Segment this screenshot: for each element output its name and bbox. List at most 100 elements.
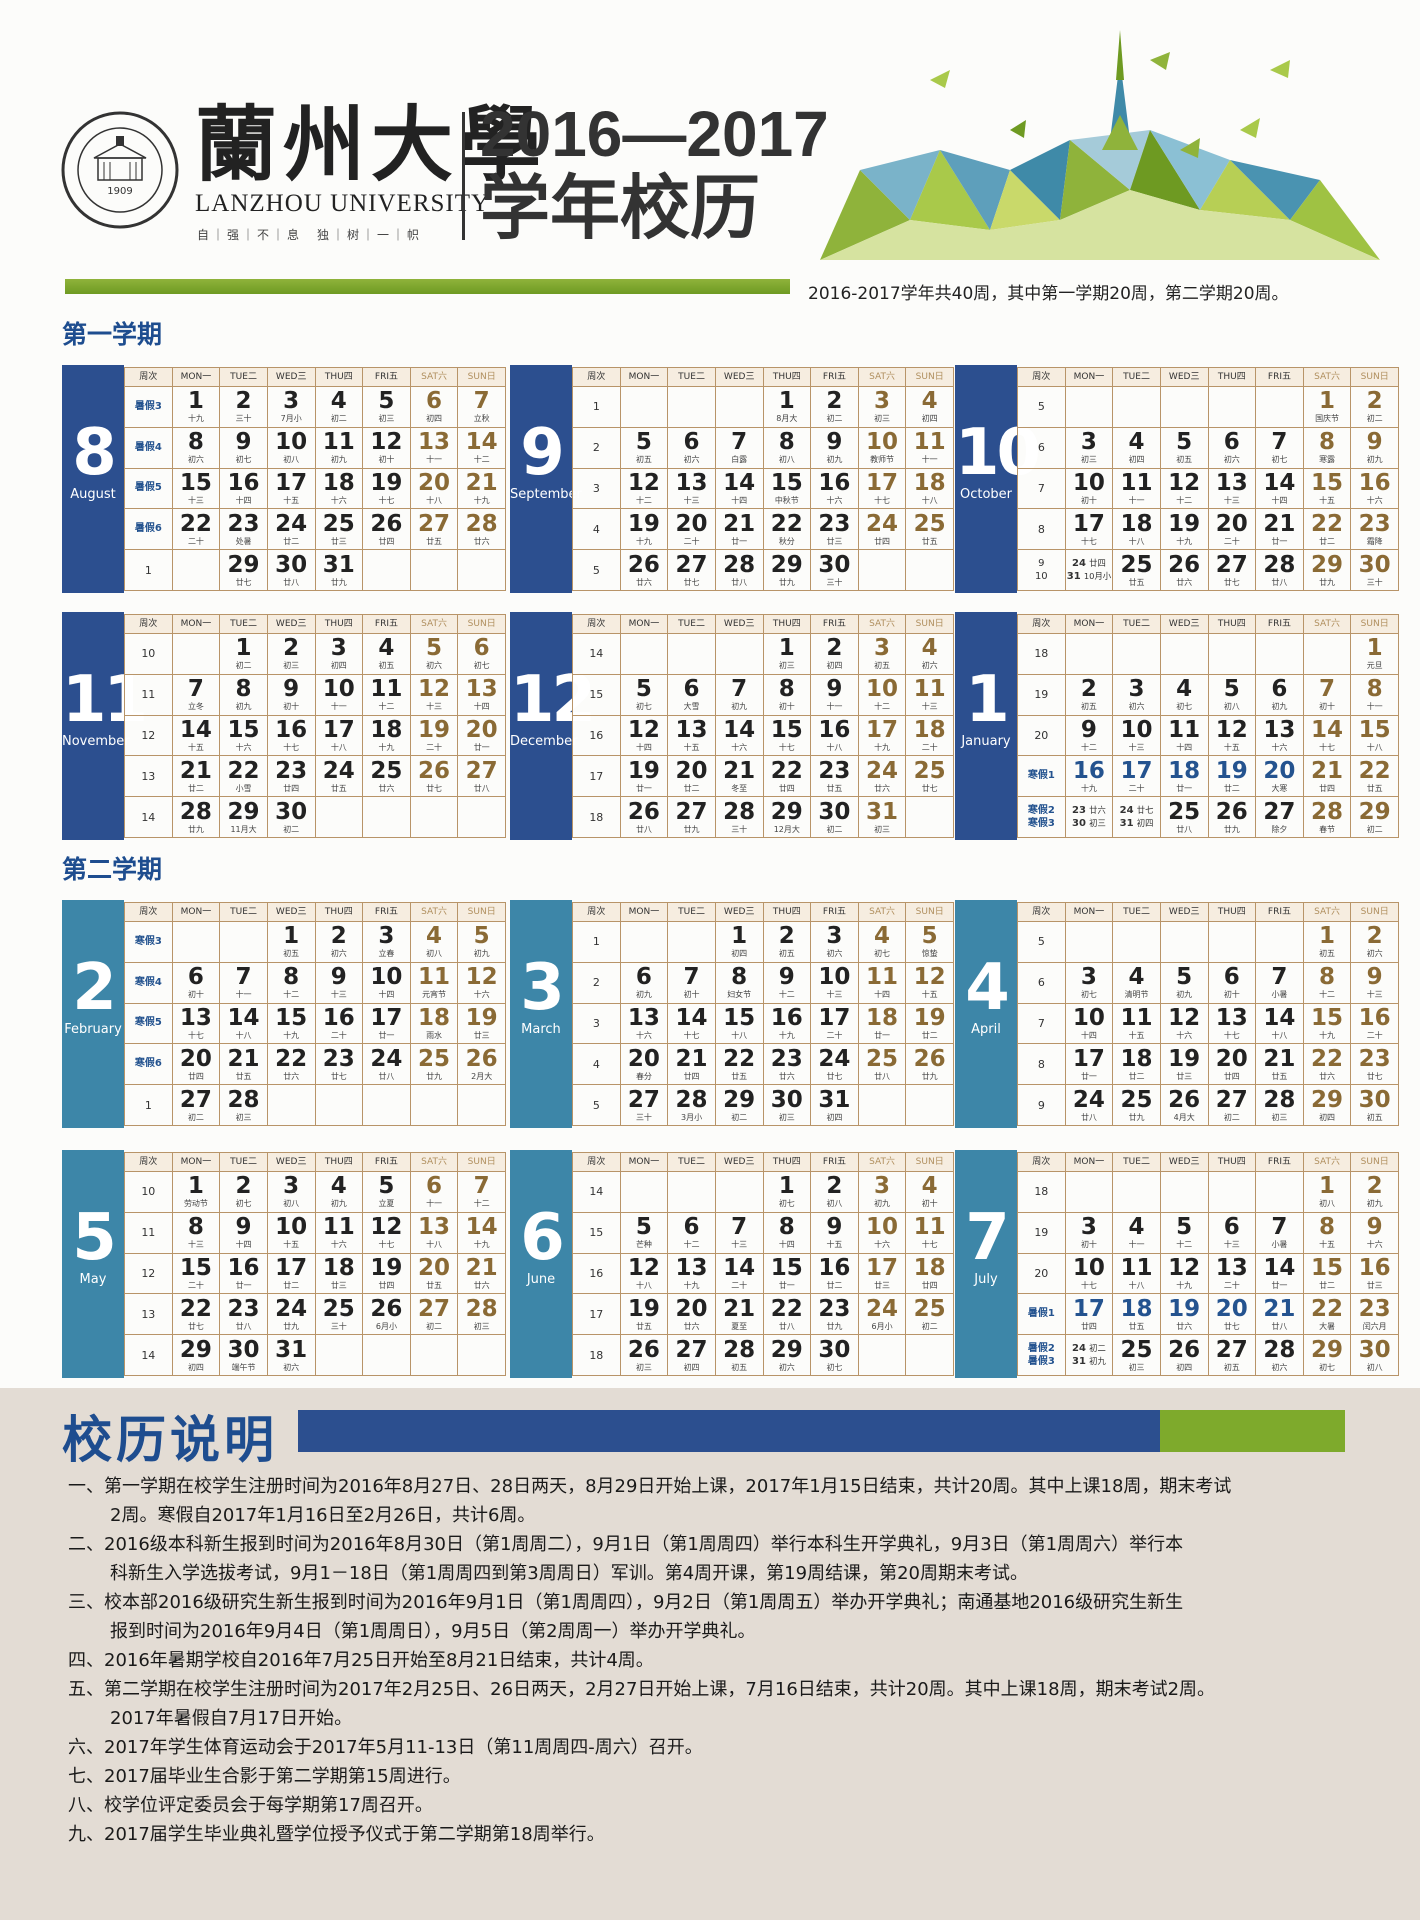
day-cell: 22 廿五 (1350, 755, 1399, 798)
lunar-label: 廿九 (1319, 577, 1336, 587)
day-cell: 6 大雪 (667, 673, 716, 716)
lunar-label: 廿四 (378, 1280, 395, 1290)
day-cell: 14 十四 (714, 467, 764, 510)
day-number: 14 (227, 1004, 260, 1031)
week-number: 5 (572, 1084, 621, 1126)
day-cell: 23 霜降 (1350, 508, 1399, 551)
note-item: 一、第一学期在校学生注册时间为2016年8月27日、28日两天，8月29日开始上… (68, 1476, 1232, 1497)
day-cell: 22 廿二 (1302, 508, 1352, 551)
week-number: 5 (1017, 921, 1066, 963)
week-number: 寒假5 (124, 1002, 173, 1045)
day-cell: 18 二十 (905, 714, 954, 757)
day-number: 28 (1263, 551, 1296, 578)
day-number: 8 (187, 429, 204, 456)
day-number: 31 初九 (1072, 1356, 1106, 1368)
lunar-label: 十七 (1319, 742, 1336, 752)
month-grid: 周次 MON一 TUE二 WED三 THU四 FRI五 SAT六 SUN日 18 1 初八 2 初九 19… (1017, 1152, 1399, 1376)
day-cell: 8 十四 (762, 1211, 812, 1254)
lunar-label: 十一 (1128, 495, 1145, 505)
day-number: 4 (921, 388, 938, 415)
day-cell: 15 廿一 (762, 1252, 812, 1295)
day-number: 24 (1072, 1086, 1105, 1113)
week-number: 18 (572, 796, 621, 838)
lunar-label: 初六 (187, 455, 204, 465)
month-grid: 周次 MON一 TUE二 WED三 THU四 FRI五 SAT六 SUN日 18 1 元旦 19 2 初五… (1017, 614, 1399, 838)
day-number: 13 (418, 429, 451, 456)
day-number: 4 (426, 923, 443, 950)
month-name: November (62, 734, 130, 749)
day-cell: 4 初十 (905, 1171, 954, 1213)
lunar-label: 初九 (635, 990, 652, 1000)
lunar-label: 廿七 (921, 783, 938, 793)
lunar-label: 十五 (921, 990, 938, 1000)
day-number: 2 (826, 388, 843, 415)
month-band: 9 September (510, 365, 582, 593)
lunar-label: 二十 (1128, 783, 1145, 793)
week-number: 6 (1017, 426, 1066, 469)
lunar-label: 二十 (426, 742, 443, 752)
day-cell: 29 初二 (1350, 796, 1399, 838)
day-cell: 15 十九 (1302, 1002, 1352, 1045)
header-divider (462, 112, 465, 240)
day-number: 17 (1072, 510, 1105, 537)
day-cell: 7 立冬 (171, 673, 221, 716)
month-number: 12 (510, 663, 596, 737)
lunar-label: 初八 (826, 1199, 843, 1209)
day-number: 21 (723, 757, 756, 784)
day-number: 19 (1168, 1045, 1201, 1072)
day-cell (362, 796, 411, 838)
lunar-label: 廿七 (426, 783, 443, 793)
day-cell: 30 端午节 (219, 1334, 268, 1376)
day-cell (667, 921, 716, 963)
weekday-header: FRI五 (810, 614, 859, 634)
day-number: 10 (322, 676, 355, 703)
weekday-header: THU四 (1207, 1152, 1257, 1172)
lunar-label: 二十 (1223, 1280, 1240, 1290)
day-cell: 10 初十 (1064, 467, 1114, 510)
day-number: 25 (913, 1295, 946, 1322)
day-number: 28 (1311, 798, 1344, 825)
week-row: 11 7 立冬 8 初九 9 初十 10 十一 11 十二 12 十三 13 十四 (124, 673, 506, 716)
day-number: 5 (921, 923, 938, 950)
lunar-label: 初七 (235, 455, 252, 465)
weekday-header: SUN日 (1350, 1152, 1399, 1172)
week-label: 寒假3 (1027, 818, 1055, 830)
lunar-label: 廿一 (1080, 1071, 1097, 1081)
day-number: 10 (1072, 1004, 1105, 1031)
week-row: 16 12 十八 13 十九 14 二十 15 廿一 16 廿二 17 廿三 18 廿四 (572, 1252, 954, 1295)
day-cell: 1 初二 (219, 633, 268, 675)
day-number: 1 (1319, 923, 1336, 950)
day-cell: 25 廿八 (1159, 796, 1209, 838)
week-label: 5 (1037, 400, 1045, 414)
week-number: 12 (124, 1252, 173, 1295)
day-number: 13 (465, 676, 498, 703)
day-cell: 7 十三 (714, 1211, 764, 1254)
day-cell: 20 二十 (667, 508, 716, 551)
day-number: 25 (1120, 1336, 1153, 1363)
week-label: 11 (141, 1226, 156, 1240)
lunar-label: 11月大 (230, 824, 257, 834)
day-cell: 1 国庆节 (1302, 386, 1352, 428)
lunar-label: 廿二 (921, 1030, 938, 1040)
lunar-label: 廿一 (473, 742, 490, 752)
lunar-label: 廿二 (1319, 1280, 1336, 1290)
day-cell: 20 廿四 (171, 1043, 221, 1086)
day-number: 13 (418, 1214, 451, 1241)
day-cell: 19 二十 (409, 714, 459, 757)
day-cell: 11 十五 (1112, 1002, 1161, 1045)
day-number: 1 (187, 388, 204, 415)
month-grid: 周次 MON一 TUE二 WED三 THU四 FRI五 SAT六 SUN日 1 1 初四 2 初五 3 初六… (572, 902, 954, 1126)
day-number: 8 (235, 676, 252, 703)
day-cell: 19 十九 (619, 508, 669, 551)
day-cell: 28 初三 (219, 1084, 268, 1126)
week-row: 1 1 8月大 2 初二 3 初三 4 初四 (572, 386, 954, 428)
lunar-label: 初七 (826, 1362, 843, 1372)
day-cell: 16 十七 (266, 714, 316, 757)
day-number: 1 (187, 1173, 204, 1200)
weekday-header: THU四 (314, 367, 364, 387)
lunar-label: 十六 (473, 990, 490, 1000)
lunar-label: 初十 (1319, 702, 1336, 712)
day-cell: 29 11月大 (219, 796, 268, 838)
lunar-label: 初五 (1176, 455, 1193, 465)
day-cell: 20 十八 (409, 467, 459, 510)
